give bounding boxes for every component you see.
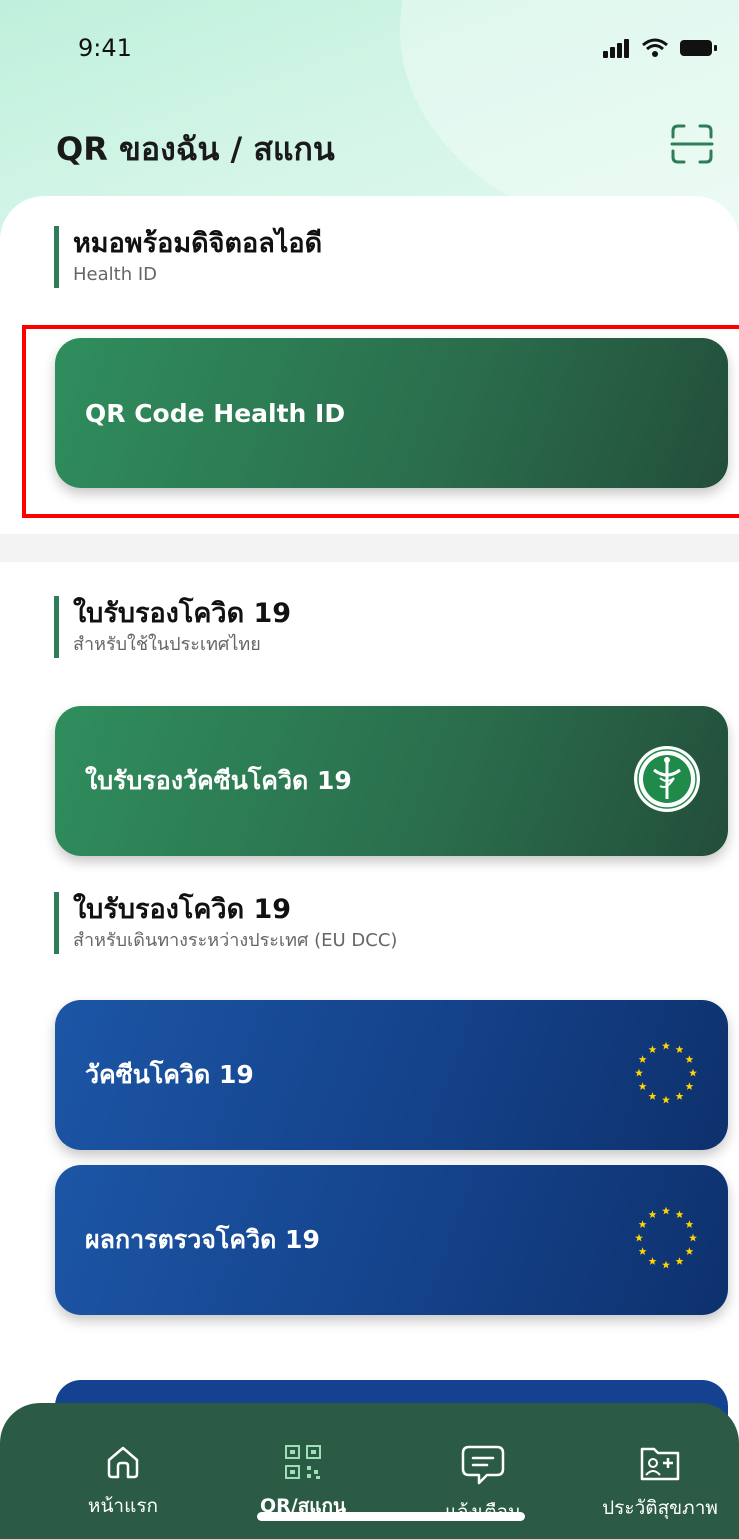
scan-icon — [670, 124, 714, 164]
section-title: ใบรับรองโควิด 19 — [73, 598, 292, 629]
home-icon — [107, 1446, 139, 1479]
vaccine-certificate-card[interactable]: ใบรับรองวัคซีนโควิด 19 — [55, 706, 728, 856]
eu-star — [675, 1210, 684, 1219]
eu-star — [685, 1082, 694, 1090]
eu-star — [662, 1206, 670, 1215]
highlight-box — [22, 325, 739, 518]
qr-code-icon — [285, 1445, 321, 1479]
eu-vaccine-card[interactable]: วัคซีนโควิด 19 — [55, 1000, 728, 1150]
moph-seal-icon — [632, 744, 702, 818]
section-subtitle: สำหรับเดินทางระหว่างประเทศ (EU DCC) — [73, 930, 398, 951]
eu-star — [638, 1220, 647, 1228]
tab-home[interactable]: หน้าแรก — [43, 1443, 203, 1521]
eu-star — [675, 1257, 684, 1265]
eu-star — [685, 1055, 694, 1063]
eu-star — [648, 1092, 657, 1100]
eu-star — [685, 1220, 694, 1228]
tab-label: ประวัติสุขภาพ — [602, 1497, 718, 1519]
card-label: ใบรับรองวัคซีนโควิด 19 — [85, 766, 352, 795]
eu-stars-icon — [630, 1202, 702, 1278]
home-indicator — [257, 1512, 525, 1521]
battery-icon — [680, 40, 717, 56]
eu-star — [635, 1233, 643, 1242]
eu-star — [675, 1092, 684, 1100]
eu-star — [675, 1045, 684, 1054]
section-divider — [0, 534, 739, 562]
tab-label: หน้าแรก — [87, 1495, 159, 1517]
status-bar: 9:41 — [0, 0, 739, 100]
eu-star — [689, 1068, 697, 1077]
eu-cert-section-header: ใบรับรองโควิด 19 สำหรับเดินทางระหว่างประ… — [54, 892, 397, 954]
card-label: วัคซีนโควิด 19 — [85, 1060, 254, 1089]
eu-star — [638, 1082, 647, 1090]
wifi-icon — [642, 38, 668, 57]
section-title: หมอพร้อมดิจิตอลไอดี — [73, 228, 323, 259]
thai-cert-section-header: ใบรับรองโควิด 19 สำหรับใช้ในประเทศไทย — [54, 596, 291, 658]
eu-star — [689, 1233, 697, 1242]
scan-button[interactable] — [662, 116, 722, 172]
health-id-section-header: หมอพร้อมดิจิตอลไอดี Health ID — [54, 226, 322, 288]
eu-star — [638, 1247, 647, 1255]
page-title: QR ของฉัน / สแกน — [56, 130, 335, 168]
eu-star — [638, 1055, 647, 1063]
health-record-icon — [640, 1447, 680, 1481]
section-subtitle: สำหรับใช้ในประเทศไทย — [73, 634, 261, 655]
signal-icon — [603, 39, 629, 58]
eu-star — [662, 1095, 670, 1104]
status-icons — [603, 38, 719, 58]
section-subtitle: Health ID — [73, 264, 157, 285]
status-time: 9:41 — [78, 34, 132, 62]
eu-star — [662, 1260, 670, 1269]
eu-stars-icon — [630, 1037, 702, 1113]
eu-star — [635, 1068, 643, 1077]
eu-star — [685, 1247, 694, 1255]
card-label: ผลการตรวจโควิด 19 — [85, 1225, 320, 1254]
section-title: ใบรับรองโควิด 19 — [73, 894, 292, 925]
tab-health-history[interactable]: ประวัติสุขภาพ — [580, 1443, 739, 1523]
chat-bubble-icon — [461, 1445, 505, 1485]
eu-star — [648, 1045, 657, 1054]
tab-qr-scan[interactable]: QR/สแกน — [223, 1443, 383, 1521]
eu-star — [648, 1257, 657, 1265]
eu-star — [648, 1210, 657, 1219]
eu-test-result-card[interactable]: ผลการตรวจโควิด 19 — [55, 1165, 728, 1315]
eu-star — [662, 1041, 670, 1050]
